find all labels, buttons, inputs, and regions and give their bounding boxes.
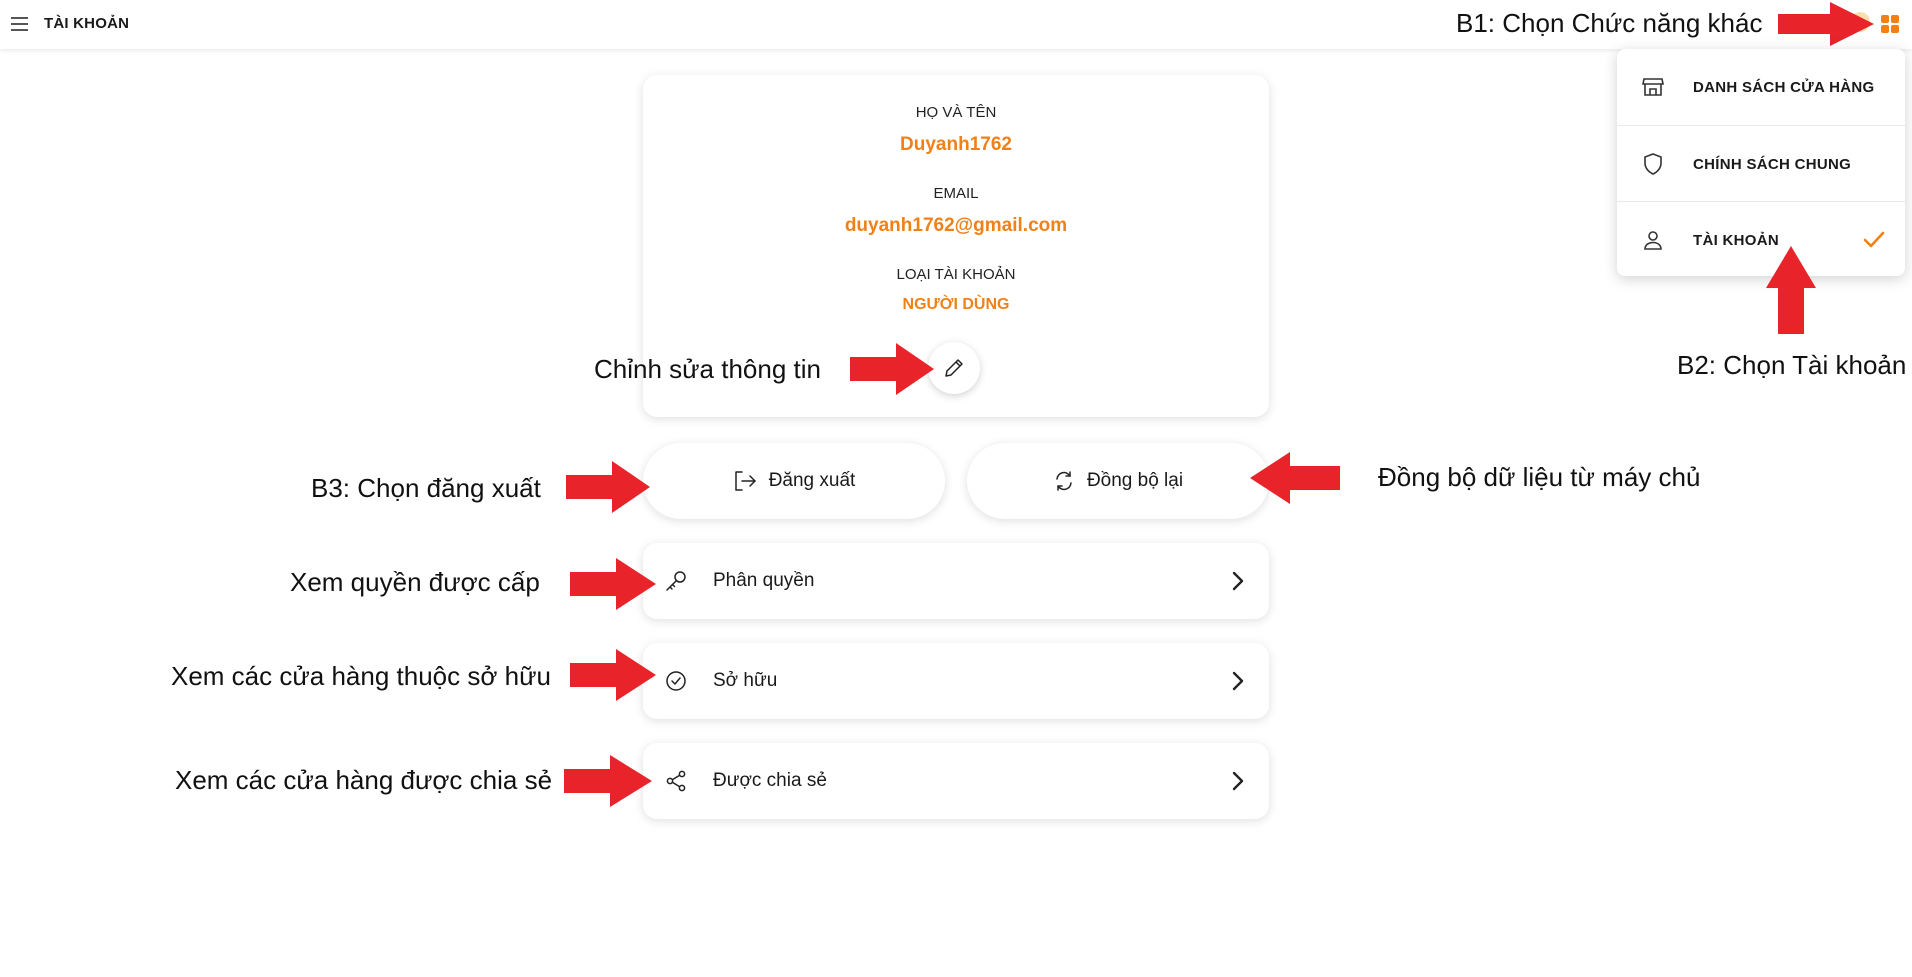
menu-item-label: CHÍNH SÁCH CHUNG — [1693, 156, 1852, 173]
shield-icon — [1644, 153, 1662, 175]
annotation-b3: B3: Chọn đăng xuất — [311, 473, 541, 503]
account-type-label: LOẠI TÀI KHOẢN — [896, 266, 1016, 283]
annotation-b1: B1: Chọn Chức năng khác — [1456, 8, 1763, 38]
menu-item-general-policy[interactable]: CHÍNH SÁCH CHUNG — [1617, 125, 1905, 201]
annotation-permissions: Xem quyền được cấp — [290, 567, 540, 597]
owned-row[interactable]: Sở hữu — [643, 643, 1269, 719]
email-value: duyanh1762@gmail.com — [844, 215, 1068, 236]
logout-button[interactable]: Đăng xuất — [643, 443, 945, 519]
row-label: Phân quyền — [713, 570, 815, 591]
user-icon — [1644, 231, 1662, 250]
refresh-icon — [1056, 471, 1072, 491]
account-type-value: NGƯỜI DÙNG — [902, 296, 1010, 313]
share-icon — [666, 770, 686, 792]
annotation-sync: Đồng bộ dữ liệu từ máy chủ — [1378, 462, 1701, 492]
email-label: EMAIL — [933, 185, 979, 202]
menu-item-label: DANH SÁCH CỬA HÀNG — [1693, 79, 1875, 96]
annotation-edit: Chỉnh sửa thông tin — [594, 354, 821, 384]
row-label: Sở hữu — [713, 670, 778, 691]
hamburger-menu-icon[interactable] — [10, 14, 30, 34]
menu-item-account[interactable]: TÀI KHOẢN — [1617, 201, 1905, 277]
name-value: Duyanh1762 — [900, 134, 1012, 155]
annotation-arrow-edit — [850, 343, 934, 395]
annotation-arrow-b2 — [1766, 246, 1816, 334]
annotation-arrow-permissions — [570, 558, 656, 610]
feature-dropdown-menu: DANH SÁCH CỬA HÀNG CHÍNH SÁCH CHUNG TÀI … — [1617, 49, 1905, 276]
chevron-right-icon — [1232, 771, 1244, 791]
sync-button[interactable]: Đồng bộ lại — [967, 443, 1269, 519]
pencil-icon — [945, 359, 963, 377]
annotation-arrow-sync — [1250, 452, 1340, 504]
annotation-b2: B2: Chọn Tài khoản — [1677, 350, 1907, 380]
checkmark-icon — [1863, 231, 1885, 248]
check-circle-icon — [666, 671, 686, 691]
apps-grid-icon[interactable] — [1880, 14, 1900, 34]
edit-profile-button[interactable] — [928, 342, 980, 394]
sync-label: Đồng bộ lại — [1086, 470, 1184, 491]
annotation-arrow-owned — [570, 649, 656, 701]
chevron-right-icon — [1232, 571, 1244, 591]
logout-icon — [734, 471, 756, 491]
shared-row[interactable]: Được chia sẻ — [643, 743, 1269, 819]
page-title: TÀI KHOẢN — [44, 15, 130, 32]
key-icon — [666, 571, 686, 591]
logout-label: Đăng xuất — [768, 470, 856, 491]
row-label: Được chia sẻ — [713, 770, 827, 791]
annotation-shared: Xem các cửa hàng được chia sẻ — [175, 765, 553, 795]
annotation-arrow-b3 — [566, 461, 650, 513]
menu-item-store-list[interactable]: DANH SÁCH CỬA HÀNG — [1617, 49, 1905, 124]
chevron-right-icon — [1232, 671, 1244, 691]
name-label: HỌ VÀ TÊN — [915, 104, 997, 121]
store-icon — [1642, 78, 1664, 96]
annotation-arrow-b1 — [1778, 2, 1874, 46]
annotation-owned: Xem các cửa hàng thuộc sở hữu — [171, 661, 551, 691]
annotation-arrow-shared — [564, 755, 652, 807]
permissions-row[interactable]: Phân quyền — [643, 543, 1269, 619]
